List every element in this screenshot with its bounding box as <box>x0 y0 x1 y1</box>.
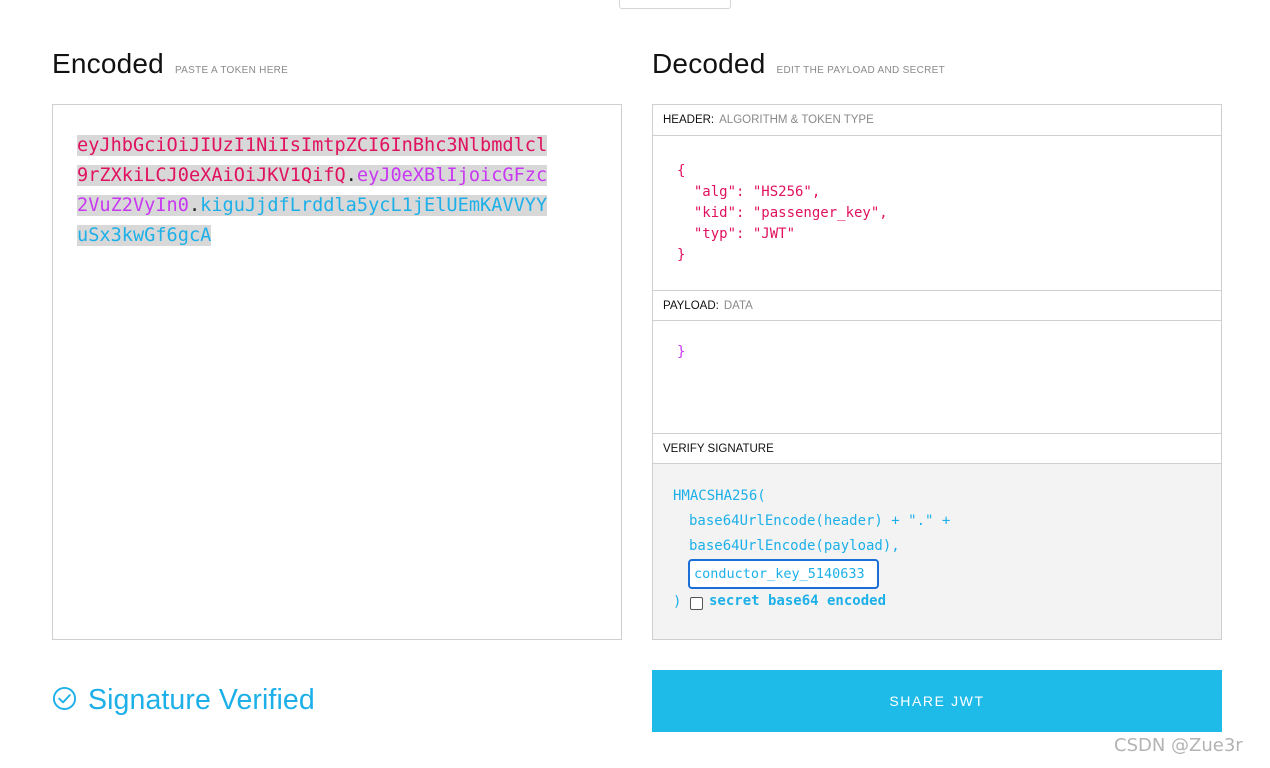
header-section-title: HEADER: ALGORITHM & TOKEN TYPE <box>653 105 1221 136</box>
payload-label: PAYLOAD: <box>663 299 719 312</box>
decoded-panel: HEADER: ALGORITHM & TOKEN TYPE { "alg": … <box>652 104 1222 640</box>
check-circle-icon <box>52 686 77 716</box>
payload-sublabel: DATA <box>723 299 753 312</box>
decoded-hint: EDIT THE PAYLOAD AND SECRET <box>776 65 945 76</box>
share-jwt-button[interactable]: SHARE JWT <box>652 670 1222 732</box>
verify-close-paren: ) <box>673 594 682 610</box>
encoded-token[interactable]: eyJhbGciOiJIUzI1NiIsImtpZCI6InBhc3Nlbmdl… <box>77 131 549 251</box>
decoded-title: Decoded EDIT THE PAYLOAD AND SECRET <box>652 48 945 80</box>
encoded-title: Encoded PASTE A TOKEN HERE <box>52 48 288 80</box>
top-tab[interactable] <box>619 0 731 9</box>
encoded-heading: Encoded <box>52 48 164 79</box>
verify-section-title: VERIFY SIGNATURE <box>653 433 1221 464</box>
verify-line-hmac: HMACSHA256( <box>673 488 766 504</box>
verify-line-payload: base64UrlEncode(payload), <box>689 538 900 554</box>
signature-verified-text: Signature Verified <box>88 684 315 716</box>
encoded-hint: PASTE A TOKEN HERE <box>174 65 289 76</box>
payload-section-title: PAYLOAD: DATA <box>653 290 1221 321</box>
secret-input[interactable]: conductor_key_5140633 <box>688 559 879 589</box>
verify-label: VERIFY SIGNATURE <box>663 442 774 455</box>
token-separator: . <box>345 165 357 186</box>
header-json-editor[interactable]: { "alg": "HS256", "kid": "passenger_key"… <box>677 161 888 266</box>
verify-signature-area: HMACSHA256( base64UrlEncode(header) + ".… <box>653 464 1221 639</box>
secret-base64-checkbox[interactable] <box>690 597 703 610</box>
decoded-heading: Decoded <box>652 48 766 79</box>
token-separator: . <box>188 195 201 216</box>
encoded-token-editor[interactable]: eyJhbGciOiJIUzI1NiIsImtpZCI6InBhc3Nlbmdl… <box>52 104 622 640</box>
signature-status: Signature Verified <box>52 684 315 717</box>
header-sublabel: ALGORITHM & TOKEN TYPE <box>719 114 874 126</box>
header-label: HEADER: <box>663 114 715 126</box>
verify-line-header: base64UrlEncode(header) + "." + <box>689 513 951 529</box>
secret-base64-label[interactable]: secret base64 encoded <box>709 593 886 609</box>
payload-json-editor[interactable]: } <box>677 342 685 363</box>
watermark: CSDN @Zue3r <box>1114 735 1243 756</box>
